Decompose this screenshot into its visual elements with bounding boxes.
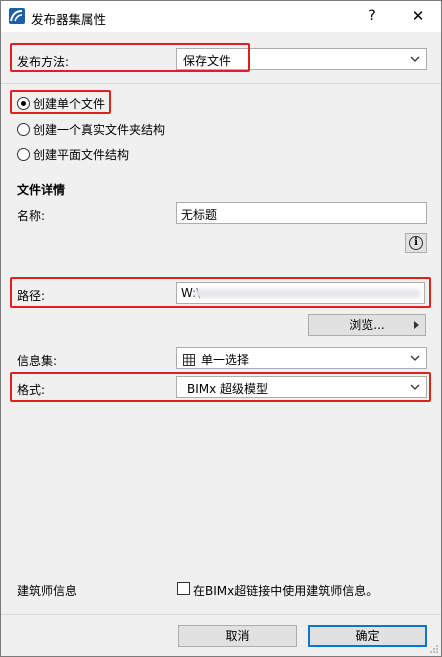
grid-icon: [183, 354, 195, 366]
radio-label: 创建平面文件结构: [33, 148, 130, 162]
resize-grip-icon[interactable]: [429, 644, 439, 654]
radio-create-flat-structure[interactable]: 创建平面文件结构: [17, 146, 129, 163]
publisher-set-properties-dialog: 发布器集属性 ? ✕ 发布方法: 保存文件 创建单个文件 创建一个真实文件夹结构…: [0, 0, 442, 657]
divider: [1, 83, 441, 84]
chevron-down-icon: [410, 56, 420, 62]
path-label: 路径:: [17, 289, 46, 303]
name-input[interactable]: 无标题: [176, 202, 427, 224]
ok-button[interactable]: 确定: [308, 625, 427, 647]
radio-circle: [17, 148, 30, 161]
window-title: 发布器集属性: [31, 12, 107, 27]
publish-method-value: 保存文件: [183, 54, 232, 68]
footer-divider: [1, 614, 441, 615]
cancel-label: 取消: [225, 629, 250, 643]
format-label: 格式:: [17, 383, 46, 397]
radio-circle: [17, 97, 30, 110]
title-bar[interactable]: 发布器集属性 ? ✕: [1, 1, 441, 32]
info-set-value-wrap: 单一选择: [183, 351, 249, 368]
chevron-down-icon: [410, 384, 420, 390]
architect-info-checkbox[interactable]: [177, 582, 190, 595]
path-input[interactable]: W:\: [176, 282, 425, 304]
help-button[interactable]: ?: [357, 4, 387, 28]
architect-info-label: 建筑师信息: [17, 584, 78, 598]
ok-label: 确定: [355, 629, 380, 643]
name-value: 无标题: [181, 208, 218, 222]
architect-info-checkbox-label[interactable]: 在BIMx超链接中使用建筑师信息。: [193, 582, 378, 599]
triangle-right-icon: [414, 321, 419, 329]
radio-create-single-file[interactable]: 创建单个文件: [17, 95, 105, 112]
close-button[interactable]: ✕: [403, 4, 433, 28]
path-redacted: [193, 289, 421, 298]
publish-method-label: 发布方法:: [17, 55, 70, 69]
format-dropdown[interactable]: BIMx 超级模型: [176, 376, 427, 398]
browse-button[interactable]: 浏览...: [308, 314, 426, 336]
file-details-heading: 文件详情: [17, 183, 66, 197]
info-button[interactable]: i: [405, 233, 427, 253]
publish-method-dropdown[interactable]: 保存文件: [176, 48, 427, 70]
archicad-app-icon: [9, 8, 25, 24]
name-label: 名称:: [17, 209, 46, 223]
radio-label: 创建一个真实文件夹结构: [33, 123, 166, 137]
radio-create-folder-structure[interactable]: 创建一个真实文件夹结构: [17, 121, 165, 138]
radio-label: 创建单个文件: [33, 97, 106, 111]
info-set-label: 信息集:: [17, 354, 58, 368]
info-icon: i: [409, 236, 423, 250]
radio-circle: [17, 123, 30, 136]
format-value: BIMx 超级模型: [187, 382, 269, 396]
info-set-value: 单一选择: [201, 353, 250, 367]
browse-label: 浏览...: [349, 318, 385, 332]
info-set-dropdown[interactable]: 单一选择: [176, 347, 427, 369]
chevron-down-icon: [410, 355, 420, 361]
cancel-button[interactable]: 取消: [178, 625, 297, 647]
